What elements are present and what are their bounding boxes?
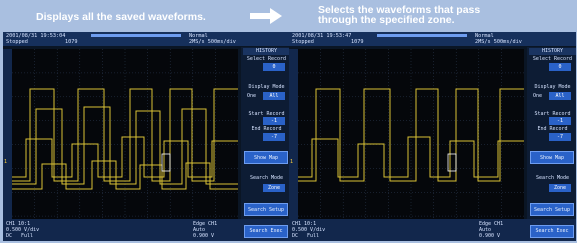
select-record-value[interactable]: 0: [263, 63, 285, 71]
waveform-area: [298, 49, 524, 240]
arrow-right-icon: [250, 8, 282, 24]
search-exec-button[interactable]: Search Exec: [530, 225, 574, 238]
search-mode-value[interactable]: Zone: [263, 184, 285, 192]
display-mode-all[interactable]: All: [263, 92, 285, 100]
end-record-label: End Record: [537, 126, 568, 132]
acq-count: 1079: [351, 39, 364, 45]
menu-title: HISTORY: [529, 48, 576, 55]
channel-strip: 1: [289, 49, 298, 219]
waveform-area: [12, 49, 238, 240]
show-map-button[interactable]: Show Map: [244, 151, 288, 164]
side-menu: HISTORY Select Record 0 Display Mode One…: [527, 47, 576, 240]
search-mode-label: Search Mode: [249, 175, 284, 181]
end-record-label: End Record: [251, 126, 282, 132]
figure: Displays all the saved waveforms. Select…: [0, 0, 577, 243]
select-record-label: Select Record: [246, 56, 287, 62]
waveform-plot: [298, 49, 524, 240]
end-record-value[interactable]: -7: [263, 133, 285, 141]
record-position-bar: [377, 34, 467, 37]
trigger-level: 0.900 V: [193, 233, 215, 239]
acq-count: 1079: [65, 39, 78, 45]
run-status: Stopped: [292, 39, 314, 45]
display-mode-one[interactable]: One: [533, 93, 547, 99]
sample-rate: 2MS/s 500ms/div: [189, 39, 236, 45]
right-caption-line2: through the specified zone.: [318, 14, 455, 26]
search-exec-button[interactable]: Search Exec: [244, 225, 288, 238]
display-mode-label: Display Mode: [534, 84, 571, 90]
menu-title: HISTORY: [243, 48, 290, 55]
start-record-value[interactable]: -1: [263, 117, 285, 125]
status-bar: 2001/08/31 19:53:47 Stopped 1079 Normal …: [289, 32, 576, 46]
coupling: DC: [6, 233, 13, 239]
select-record-value[interactable]: 0: [549, 63, 571, 71]
info-bar: CH1 10:1 0.500 V/div DC Full Edge CH1 Au…: [289, 219, 576, 241]
bandwidth: Full: [21, 233, 34, 239]
search-mode-label: Search Mode: [535, 175, 570, 181]
bandwidth: Full: [307, 233, 320, 239]
select-record-label: Select Record: [532, 56, 573, 62]
display-mode-all[interactable]: All: [549, 92, 571, 100]
scope-screen-right: 2001/08/31 19:53:47 Stopped 1079 Normal …: [289, 32, 576, 241]
sample-rate: 2MS/s 500ms/div: [475, 39, 522, 45]
search-setup-button[interactable]: Search Setup: [244, 203, 288, 216]
left-caption: Displays all the saved waveforms.: [36, 11, 206, 23]
display-mode-label: Display Mode: [248, 84, 285, 90]
run-status: Stopped: [6, 39, 28, 45]
record-position-bar: [91, 34, 181, 37]
search-mode-value[interactable]: Zone: [549, 184, 571, 192]
status-bar: 2001/08/31 19:53:04 Stopped 1079 Normal …: [3, 32, 290, 46]
waveform-plot: [12, 49, 238, 240]
ch1-marker: 1: [4, 159, 8, 165]
side-menu: HISTORY Select Record 0 Display Mode One…: [241, 47, 290, 240]
scope-screen-left: 2001/08/31 19:53:04 Stopped 1079 Normal …: [3, 32, 290, 241]
display-mode-one[interactable]: One: [247, 93, 261, 99]
info-bar: CH1 10:1 0.500 V/div DC Full Edge CH1 Au…: [3, 219, 290, 241]
trigger-level: 0.900 V: [479, 233, 501, 239]
coupling: DC: [292, 233, 299, 239]
show-map-button[interactable]: Show Map: [530, 151, 574, 164]
channel-strip: 1: [3, 49, 12, 219]
end-record-value[interactable]: -7: [549, 133, 571, 141]
search-setup-button[interactable]: Search Setup: [530, 203, 574, 216]
start-record-value[interactable]: -1: [549, 117, 571, 125]
ch1-marker: 1: [290, 159, 294, 165]
